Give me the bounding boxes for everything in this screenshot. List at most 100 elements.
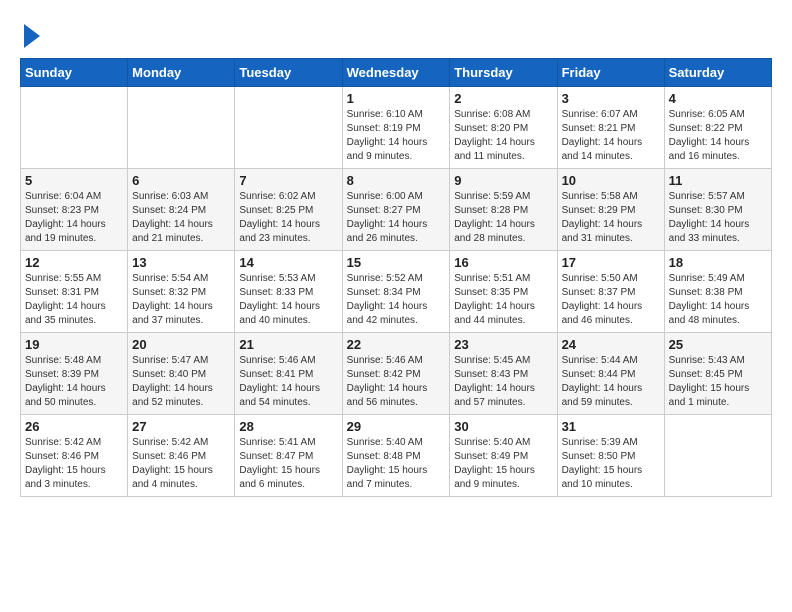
cell-sunrise: Sunrise: 5:55 AM: [25, 272, 123, 286]
cell-sunrise: Sunrise: 5:39 AM: [562, 436, 660, 450]
cell-daylight: Daylight: 14 hours and 14 minutes.: [562, 136, 660, 164]
cell-daylight: Daylight: 14 hours and 46 minutes.: [562, 300, 660, 328]
cell-sunrise: Sunrise: 5:40 AM: [347, 436, 446, 450]
cell-sunrise: Sunrise: 6:02 AM: [239, 190, 337, 204]
cell-date: 9: [454, 173, 552, 188]
cell-daylight: Daylight: 15 hours and 7 minutes.: [347, 464, 446, 492]
calendar-cell: 5 Sunrise: 6:04 AM Sunset: 8:23 PM Dayli…: [21, 169, 128, 251]
cell-date: 6: [132, 173, 230, 188]
cell-sunrise: Sunrise: 5:42 AM: [132, 436, 230, 450]
cell-sunset: Sunset: 8:40 PM: [132, 368, 230, 382]
calendar-table: SundayMondayTuesdayWednesdayThursdayFrid…: [20, 58, 772, 497]
cell-daylight: Daylight: 14 hours and 19 minutes.: [25, 218, 123, 246]
calendar-cell: 29 Sunrise: 5:40 AM Sunset: 8:48 PM Dayl…: [342, 415, 450, 497]
cell-sunset: Sunset: 8:45 PM: [669, 368, 767, 382]
cell-sunset: Sunset: 8:20 PM: [454, 122, 552, 136]
calendar-cell: 8 Sunrise: 6:00 AM Sunset: 8:27 PM Dayli…: [342, 169, 450, 251]
cell-date: 29: [347, 419, 446, 434]
cell-date: 24: [562, 337, 660, 352]
cell-date: 8: [347, 173, 446, 188]
calendar-cell: 13 Sunrise: 5:54 AM Sunset: 8:32 PM Dayl…: [128, 251, 235, 333]
cell-sunrise: Sunrise: 5:43 AM: [669, 354, 767, 368]
cell-date: 18: [669, 255, 767, 270]
calendar-cell: 16 Sunrise: 5:51 AM Sunset: 8:35 PM Dayl…: [450, 251, 557, 333]
calendar-cell: 3 Sunrise: 6:07 AM Sunset: 8:21 PM Dayli…: [557, 87, 664, 169]
cell-sunrise: Sunrise: 6:07 AM: [562, 108, 660, 122]
calendar-cell: 22 Sunrise: 5:46 AM Sunset: 8:42 PM Dayl…: [342, 333, 450, 415]
cell-daylight: Daylight: 14 hours and 44 minutes.: [454, 300, 552, 328]
cell-sunrise: Sunrise: 5:41 AM: [239, 436, 337, 450]
cell-sunset: Sunset: 8:37 PM: [562, 286, 660, 300]
calendar-cell: 14 Sunrise: 5:53 AM Sunset: 8:33 PM Dayl…: [235, 251, 342, 333]
cell-daylight: Daylight: 14 hours and 33 minutes.: [669, 218, 767, 246]
cell-date: 3: [562, 91, 660, 106]
cell-daylight: Daylight: 14 hours and 23 minutes.: [239, 218, 337, 246]
cell-date: 10: [562, 173, 660, 188]
cell-sunrise: Sunrise: 5:59 AM: [454, 190, 552, 204]
calendar-cell: 12 Sunrise: 5:55 AM Sunset: 8:31 PM Dayl…: [21, 251, 128, 333]
cell-date: 16: [454, 255, 552, 270]
cell-sunset: Sunset: 8:48 PM: [347, 450, 446, 464]
cell-date: 17: [562, 255, 660, 270]
cell-date: 14: [239, 255, 337, 270]
cell-sunrise: Sunrise: 6:10 AM: [347, 108, 446, 122]
cell-date: 23: [454, 337, 552, 352]
cell-date: 22: [347, 337, 446, 352]
cell-sunset: Sunset: 8:24 PM: [132, 204, 230, 218]
cell-sunset: Sunset: 8:22 PM: [669, 122, 767, 136]
cell-sunrise: Sunrise: 5:49 AM: [669, 272, 767, 286]
cell-date: 20: [132, 337, 230, 352]
cell-sunrise: Sunrise: 5:57 AM: [669, 190, 767, 204]
cell-sunset: Sunset: 8:35 PM: [454, 286, 552, 300]
cell-sunset: Sunset: 8:49 PM: [454, 450, 552, 464]
cell-sunset: Sunset: 8:47 PM: [239, 450, 337, 464]
page-header: [20, 20, 772, 48]
calendar-cell: 26 Sunrise: 5:42 AM Sunset: 8:46 PM Dayl…: [21, 415, 128, 497]
cell-date: 12: [25, 255, 123, 270]
cell-sunrise: Sunrise: 5:54 AM: [132, 272, 230, 286]
cell-date: 13: [132, 255, 230, 270]
cell-daylight: Daylight: 14 hours and 16 minutes.: [669, 136, 767, 164]
column-header-wednesday: Wednesday: [342, 59, 450, 87]
week-row-5: 26 Sunrise: 5:42 AM Sunset: 8:46 PM Dayl…: [21, 415, 772, 497]
cell-date: 1: [347, 91, 446, 106]
calendar-cell: 1 Sunrise: 6:10 AM Sunset: 8:19 PM Dayli…: [342, 87, 450, 169]
calendar-cell: [235, 87, 342, 169]
calendar-cell: 17 Sunrise: 5:50 AM Sunset: 8:37 PM Dayl…: [557, 251, 664, 333]
week-row-2: 5 Sunrise: 6:04 AM Sunset: 8:23 PM Dayli…: [21, 169, 772, 251]
cell-sunrise: Sunrise: 5:53 AM: [239, 272, 337, 286]
cell-daylight: Daylight: 14 hours and 54 minutes.: [239, 382, 337, 410]
calendar-cell: 6 Sunrise: 6:03 AM Sunset: 8:24 PM Dayli…: [128, 169, 235, 251]
cell-sunset: Sunset: 8:41 PM: [239, 368, 337, 382]
logo-arrow-icon: [24, 24, 40, 48]
cell-sunset: Sunset: 8:25 PM: [239, 204, 337, 218]
cell-daylight: Daylight: 14 hours and 26 minutes.: [347, 218, 446, 246]
cell-date: 25: [669, 337, 767, 352]
cell-sunrise: Sunrise: 5:47 AM: [132, 354, 230, 368]
calendar-cell: 27 Sunrise: 5:42 AM Sunset: 8:46 PM Dayl…: [128, 415, 235, 497]
calendar-cell: 9 Sunrise: 5:59 AM Sunset: 8:28 PM Dayli…: [450, 169, 557, 251]
cell-daylight: Daylight: 14 hours and 35 minutes.: [25, 300, 123, 328]
cell-sunrise: Sunrise: 5:50 AM: [562, 272, 660, 286]
cell-sunrise: Sunrise: 6:03 AM: [132, 190, 230, 204]
cell-sunset: Sunset: 8:33 PM: [239, 286, 337, 300]
calendar-cell: 10 Sunrise: 5:58 AM Sunset: 8:29 PM Dayl…: [557, 169, 664, 251]
cell-sunset: Sunset: 8:42 PM: [347, 368, 446, 382]
calendar-cell: 24 Sunrise: 5:44 AM Sunset: 8:44 PM Dayl…: [557, 333, 664, 415]
week-row-1: 1 Sunrise: 6:10 AM Sunset: 8:19 PM Dayli…: [21, 87, 772, 169]
column-header-monday: Monday: [128, 59, 235, 87]
calendar-cell: 30 Sunrise: 5:40 AM Sunset: 8:49 PM Dayl…: [450, 415, 557, 497]
calendar-cell: [664, 415, 771, 497]
cell-daylight: Daylight: 14 hours and 37 minutes.: [132, 300, 230, 328]
calendar-cell: 20 Sunrise: 5:47 AM Sunset: 8:40 PM Dayl…: [128, 333, 235, 415]
cell-daylight: Daylight: 14 hours and 9 minutes.: [347, 136, 446, 164]
calendar-cell: 2 Sunrise: 6:08 AM Sunset: 8:20 PM Dayli…: [450, 87, 557, 169]
calendar-cell: 23 Sunrise: 5:45 AM Sunset: 8:43 PM Dayl…: [450, 333, 557, 415]
cell-date: 19: [25, 337, 123, 352]
cell-sunset: Sunset: 8:39 PM: [25, 368, 123, 382]
logo: [20, 20, 40, 48]
cell-daylight: Daylight: 15 hours and 10 minutes.: [562, 464, 660, 492]
cell-sunset: Sunset: 8:19 PM: [347, 122, 446, 136]
week-row-3: 12 Sunrise: 5:55 AM Sunset: 8:31 PM Dayl…: [21, 251, 772, 333]
cell-date: 30: [454, 419, 552, 434]
